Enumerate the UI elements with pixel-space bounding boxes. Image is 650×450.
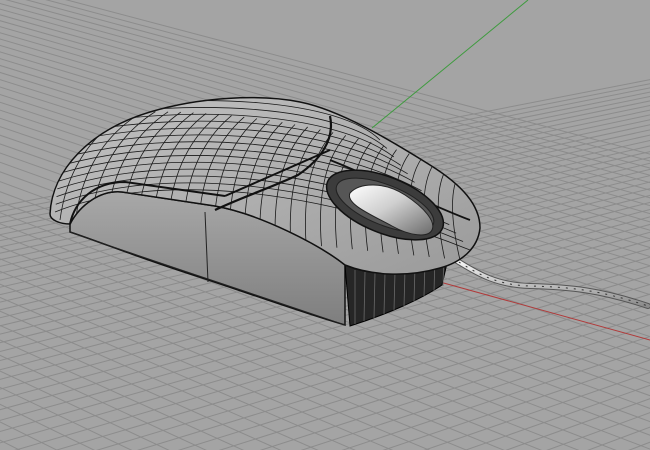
perspective-viewport[interactable] — [0, 0, 650, 450]
